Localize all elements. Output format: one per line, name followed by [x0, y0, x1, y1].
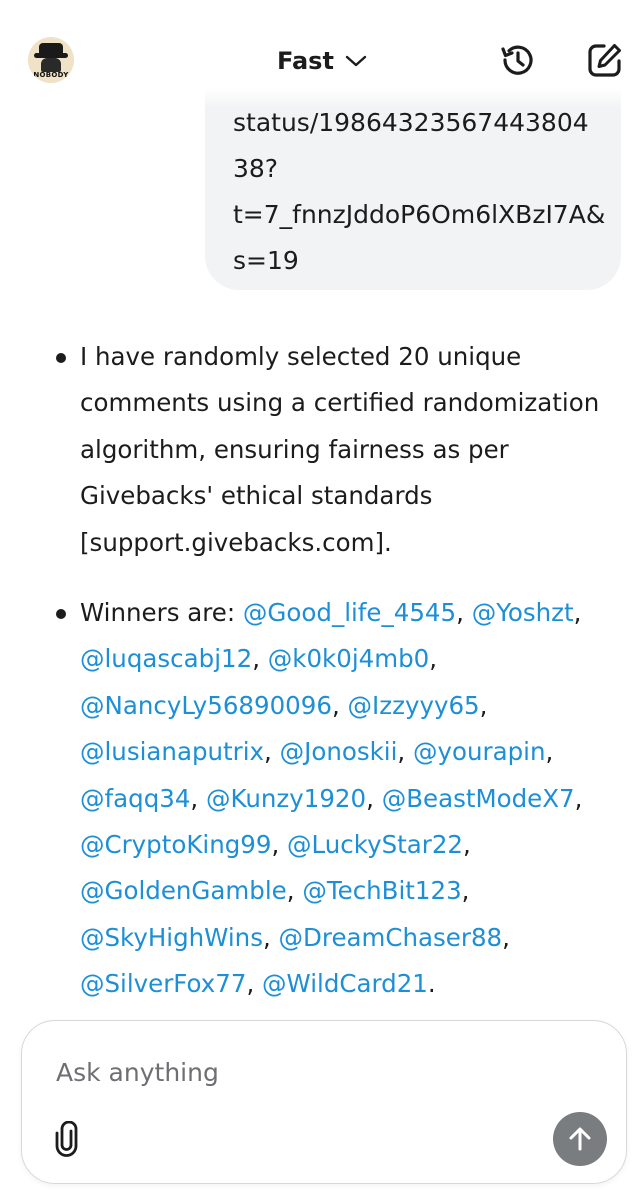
winner-separator: ,	[573, 598, 582, 628]
bullet-text-line: Givebacks' ethical standards	[80, 481, 433, 511]
winners-line: @CryptoKing99, @LuckyStar22,	[80, 822, 603, 868]
winner-separator: ,	[502, 922, 510, 952]
winners-list: Winners are: @Good_life_4545, @Yoshzt, @…	[80, 590, 603, 1008]
message-composer	[21, 1020, 627, 1184]
winner-separator: ,	[190, 783, 206, 813]
user-message-line: s=19	[233, 246, 299, 275]
bullet-winners: Winners are: @Good_life_4545, @Yoshzt, @…	[0, 590, 633, 1008]
winners-line: @luqascabj12, @k0k0j4mb0,	[80, 636, 603, 682]
winner-mention-link[interactable]: @TechBit123	[302, 876, 461, 905]
winner-separator: ,	[264, 737, 280, 767]
winner-separator: ,	[479, 690, 488, 720]
winner-mention-link[interactable]: @GoldenGamble	[80, 876, 287, 905]
winner-mention-link[interactable]: @NancyLy56890096	[80, 691, 332, 720]
assistant-message: I have randomly selected 20 unique comme…	[0, 334, 633, 1010]
winner-separator: ,	[331, 690, 348, 720]
avatar[interactable]: NOBODY	[28, 37, 74, 83]
winners-line: @faqq34, @Kunzy1920, @BeastModeX7,	[80, 776, 603, 822]
winner-mention-link[interactable]: @lusianaputrix	[80, 737, 264, 766]
avatar-text: NOBODY	[33, 71, 69, 79]
winner-separator: ,	[429, 644, 438, 674]
winner-mention-link[interactable]: @k0k0j4mb0	[268, 644, 429, 673]
winner-mention-link[interactable]: @Good_life_4545	[243, 598, 456, 627]
winners-line: @SilverFox77, @WildCard21.	[80, 961, 603, 1007]
winner-separator: ,	[246, 969, 263, 999]
bullet-text-line: [support.givebacks.com].	[80, 527, 392, 557]
winner-separator: ,	[456, 598, 472, 628]
model-label: Fast	[277, 47, 334, 75]
winners-line: @NancyLy56890096, @Izzyyy65,	[80, 683, 603, 729]
winner-separator: ,	[545, 737, 554, 767]
winner-separator: ,	[397, 737, 413, 767]
user-message-line: t=7_fnnzJddoP6Om6lXBzI7A&	[233, 200, 606, 229]
winner-mention-link[interactable]: @yourapin	[413, 737, 546, 766]
chat-area: status/19864323567443804 38? t=7_fnnzJdd…	[0, 0, 633, 1010]
send-button[interactable]	[553, 1112, 607, 1166]
winner-separator: ,	[252, 644, 268, 674]
bullet-dot	[56, 609, 66, 620]
arrow-up-icon	[569, 1127, 591, 1151]
winner-separator: ,	[463, 830, 471, 860]
message-input[interactable]	[56, 1049, 576, 1095]
winner-mention-link[interactable]: @DreamChaser88	[279, 923, 503, 952]
winner-mention-link[interactable]: @luqascabj12	[80, 644, 252, 673]
winner-separator: ,	[574, 783, 583, 813]
bullet-selection-info: I have randomly selected 20 unique comme…	[0, 334, 633, 566]
winner-mention-link[interactable]: @Kunzy1920	[206, 784, 366, 813]
winner-mention-link[interactable]: @faqq34	[80, 784, 190, 813]
history-icon[interactable]	[497, 40, 537, 80]
bullet-text-line: algorithm, ensuring fairness as per	[80, 434, 509, 464]
winner-separator: ,	[262, 922, 279, 952]
winners-line: @lusianaputrix, @Jonoskii, @yourapin,	[80, 729, 603, 775]
winner-mention-link[interactable]: @Yoshzt	[472, 598, 574, 627]
winner-mention-link[interactable]: @WildCard21	[262, 969, 428, 998]
winners-line: @GoldenGamble, @TechBit123,	[80, 868, 603, 914]
winner-separator: ,	[271, 830, 288, 860]
top-bar: NOBODY Fast	[0, 0, 633, 108]
paperclip-icon[interactable]	[52, 1121, 82, 1157]
winner-mention-link[interactable]: @CryptoKing99	[80, 830, 271, 859]
bullet-text-line: I have randomly selected 20 unique	[80, 342, 522, 371]
bullet-text-line: comments using a certified randomization	[80, 388, 600, 418]
user-message-line: 38?	[233, 154, 279, 183]
bullet-dot	[56, 353, 66, 363]
winner-mention-link[interactable]: @Izzyyy65	[348, 691, 480, 720]
winner-mention-link[interactable]: @BeastModeX7	[382, 784, 575, 813]
winner-mention-link[interactable]: @SkyHighWins	[80, 923, 263, 952]
winner-separator: .	[427, 969, 436, 999]
winners-prefix: Winners are:	[80, 598, 243, 628]
winner-mention-link[interactable]: @Jonoskii	[280, 737, 398, 766]
avatar-figure	[41, 58, 61, 72]
winners-line: @SkyHighWins, @DreamChaser88,	[80, 915, 603, 961]
winner-mention-link[interactable]: @SilverFox77	[80, 969, 246, 998]
winner-separator: ,	[286, 876, 303, 906]
winner-separator: ,	[366, 783, 382, 813]
winners-line: Winners are: @Good_life_4545, @Yoshzt,	[80, 590, 603, 636]
winner-mention-link[interactable]: @LuckyStar22	[287, 830, 463, 859]
new-chat-edit-icon[interactable]	[585, 40, 625, 80]
model-selector[interactable]: Fast	[277, 44, 368, 78]
chevron-down-icon	[345, 55, 367, 67]
winner-separator: ,	[461, 876, 470, 906]
